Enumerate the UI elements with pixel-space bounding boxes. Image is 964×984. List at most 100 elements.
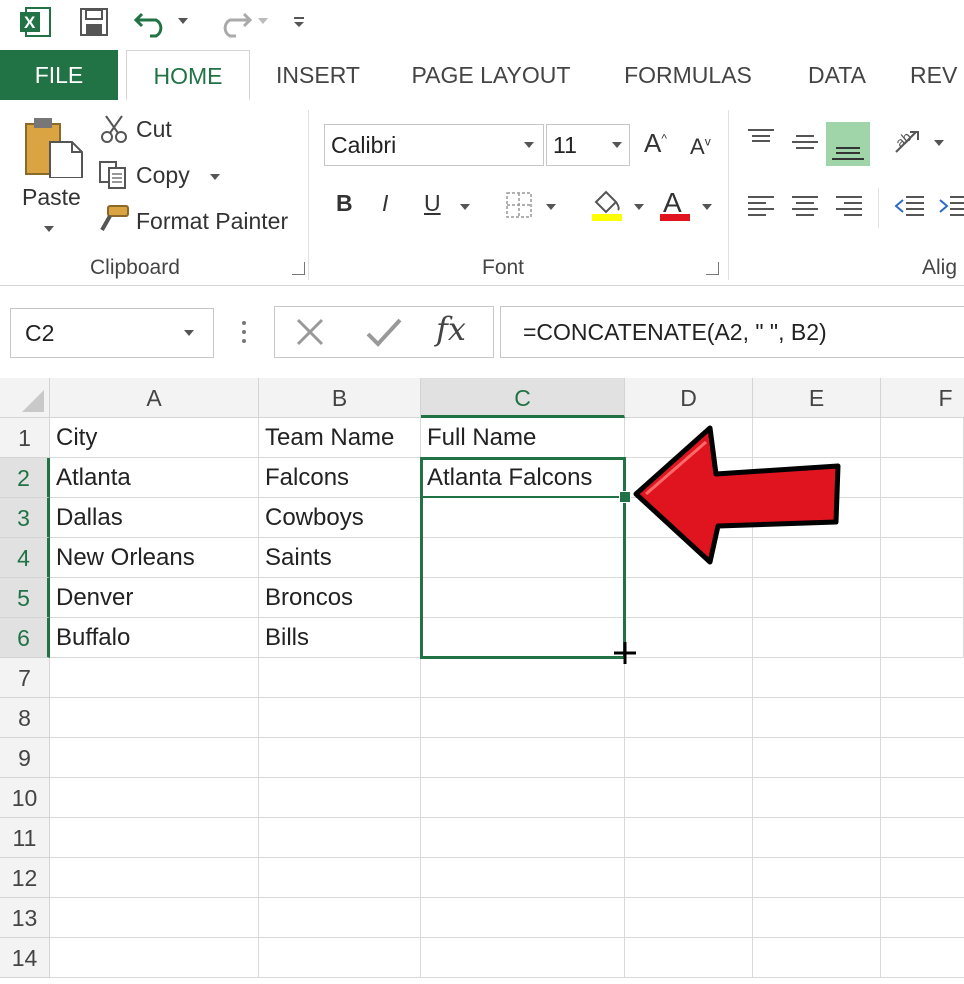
- align-center-icon[interactable]: [790, 194, 820, 216]
- insert-function-icon[interactable]: fx: [436, 310, 466, 348]
- cut-icon[interactable]: [100, 114, 128, 144]
- cell-f6[interactable]: [881, 618, 964, 658]
- column-header-a[interactable]: A: [50, 378, 259, 418]
- clipboard-launcher-icon[interactable]: [292, 262, 305, 275]
- tab-insert[interactable]: INSERT: [264, 50, 372, 100]
- underline-button[interactable]: U: [424, 190, 441, 217]
- tab-data[interactable]: DATA: [794, 50, 880, 100]
- cell-b2[interactable]: Falcons: [259, 458, 421, 498]
- customize-qat-icon[interactable]: [292, 14, 308, 30]
- align-right-icon[interactable]: [834, 194, 864, 216]
- italic-button[interactable]: I: [382, 190, 388, 217]
- copy-icon[interactable]: [98, 160, 128, 190]
- font-name-combo[interactable]: Calibri: [324, 124, 544, 166]
- row-header-12[interactable]: 12: [0, 858, 50, 898]
- cell-b6[interactable]: Bills: [259, 618, 421, 658]
- orientation-dropdown-icon[interactable]: [934, 140, 944, 146]
- row-header-6[interactable]: 6: [0, 618, 50, 658]
- row-header-4[interactable]: 4: [0, 538, 50, 578]
- align-left-icon[interactable]: [746, 194, 776, 216]
- redo-icon[interactable]: [216, 6, 253, 38]
- cell-c1[interactable]: Full Name: [421, 418, 625, 458]
- top-align-icon[interactable]: [746, 128, 776, 150]
- column-header-e[interactable]: E: [753, 378, 881, 418]
- copy-dropdown-icon[interactable]: [210, 174, 220, 180]
- bottom-align-icon[interactable]: [826, 122, 870, 166]
- middle-align-icon[interactable]: [790, 132, 820, 154]
- excel-icon[interactable]: X: [20, 6, 52, 38]
- empty-rows-area[interactable]: [50, 658, 964, 978]
- fill-color-dropdown-icon[interactable]: [634, 204, 644, 210]
- cell-a6[interactable]: Buffalo: [50, 618, 259, 658]
- cell-f5[interactable]: [881, 578, 964, 618]
- row-header-2[interactable]: 2: [0, 458, 50, 498]
- name-box-dropdown-icon[interactable]: [184, 330, 194, 336]
- row-header-7[interactable]: 7: [0, 658, 50, 698]
- row-header-1[interactable]: 1: [0, 418, 50, 458]
- paste-button[interactable]: Paste: [22, 184, 81, 211]
- font-color-dropdown-icon[interactable]: [702, 204, 712, 210]
- column-header-c[interactable]: C: [421, 378, 625, 418]
- tab-formulas[interactable]: FORMULAS: [612, 50, 764, 100]
- formula-bar-grip-icon[interactable]: [242, 320, 246, 344]
- undo-icon[interactable]: [133, 6, 170, 38]
- paste-icon[interactable]: [24, 114, 84, 179]
- grow-font-button[interactable]: A^: [644, 128, 667, 159]
- row-header-10[interactable]: 10: [0, 778, 50, 818]
- cell-d5[interactable]: [625, 578, 753, 618]
- orientation-icon[interactable]: ab: [892, 126, 928, 160]
- row-header-5[interactable]: 5: [0, 578, 50, 618]
- cell-e6[interactable]: [753, 618, 881, 658]
- row-header-13[interactable]: 13: [0, 898, 50, 938]
- cell-f3[interactable]: [881, 498, 964, 538]
- font-name-dropdown-icon[interactable]: [524, 142, 534, 148]
- cell-a3[interactable]: Dallas: [50, 498, 259, 538]
- format-painter-button[interactable]: Format Painter: [136, 208, 288, 235]
- cell-b5[interactable]: Broncos: [259, 578, 421, 618]
- shrink-font-button[interactable]: Av: [690, 134, 711, 160]
- select-all-button[interactable]: [0, 378, 50, 418]
- tab-page-layout[interactable]: PAGE LAYOUT: [400, 50, 582, 100]
- tab-home[interactable]: HOME: [126, 50, 250, 100]
- save-icon[interactable]: [80, 8, 108, 36]
- decrease-indent-icon[interactable]: [894, 194, 926, 216]
- bold-button[interactable]: B: [336, 190, 353, 217]
- increase-indent-icon[interactable]: [938, 194, 964, 216]
- tab-file[interactable]: FILE: [0, 50, 118, 100]
- tab-review[interactable]: REV: [910, 50, 964, 100]
- fill-handle[interactable]: [619, 491, 631, 503]
- paste-dropdown-icon[interactable]: [44, 226, 54, 232]
- row-header-3[interactable]: 3: [0, 498, 50, 538]
- cell-b1[interactable]: Team Name: [259, 418, 421, 458]
- cell-a1[interactable]: City: [50, 418, 259, 458]
- redo-dropdown-icon[interactable]: [258, 18, 268, 24]
- copy-button[interactable]: Copy: [136, 162, 190, 189]
- cut-button[interactable]: Cut: [136, 116, 172, 143]
- cell-f2[interactable]: [881, 458, 964, 498]
- borders-icon[interactable]: [506, 192, 532, 218]
- row-header-14[interactable]: 14: [0, 938, 50, 978]
- row-header-11[interactable]: 11: [0, 818, 50, 858]
- cell-a2[interactable]: Atlanta: [50, 458, 259, 498]
- cell-f4[interactable]: [881, 538, 964, 578]
- cell-b3[interactable]: Cowboys: [259, 498, 421, 538]
- enter-icon[interactable]: [364, 316, 404, 348]
- font-color-icon[interactable]: A: [658, 186, 692, 222]
- column-header-f[interactable]: F: [881, 378, 964, 418]
- borders-dropdown-icon[interactable]: [546, 204, 556, 210]
- cancel-icon[interactable]: [294, 316, 326, 348]
- underline-dropdown-icon[interactable]: [460, 204, 470, 210]
- row-header-9[interactable]: 9: [0, 738, 50, 778]
- cell-a4[interactable]: New Orleans: [50, 538, 259, 578]
- fill-color-icon[interactable]: [590, 186, 624, 222]
- column-header-b[interactable]: B: [259, 378, 421, 418]
- font-size-dropdown-icon[interactable]: [612, 142, 622, 148]
- undo-dropdown-icon[interactable]: [178, 18, 188, 24]
- format-painter-icon[interactable]: [98, 204, 130, 234]
- cell-b4[interactable]: Saints: [259, 538, 421, 578]
- formula-input[interactable]: =CONCATENATE(A2, " ", B2): [500, 306, 964, 358]
- row-header-8[interactable]: 8: [0, 698, 50, 738]
- cell-f1[interactable]: [881, 418, 964, 458]
- cell-e5[interactable]: [753, 578, 881, 618]
- cell-a5[interactable]: Denver: [50, 578, 259, 618]
